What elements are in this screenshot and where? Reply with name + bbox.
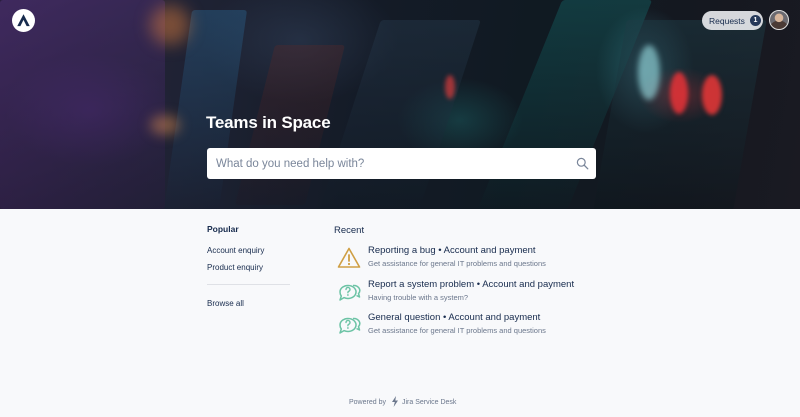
hero-bg-light [150,115,180,135]
search-input[interactable] [207,148,568,179]
recent-item-subtitle: Get assistance for general IT problems a… [368,326,546,335]
hero-bg-light [670,72,688,114]
recent-item-general-question[interactable]: General question • Account and payment G… [337,312,637,338]
search-bar [207,148,596,179]
atlassian-logo-icon[interactable] [12,9,35,32]
recent-item-title: General question • Account and payment [368,312,541,323]
recent-heading: Recent [334,225,365,236]
page-title: Teams in Space [206,113,331,132]
recent-item-title: Report a system problem • Account and pa… [368,279,575,290]
browse-all-link[interactable]: Browse all [207,299,244,308]
recent-item-subtitle: Having trouble with a system? [368,293,469,302]
hero-banner: Requests 1 Teams in Space [0,0,800,209]
hero-bg-light [702,75,722,115]
warning-triangle-icon [337,246,361,270]
hero-bg-light [150,5,190,45]
requests-count-badge: 1 [749,15,761,26]
lightning-bolt-icon [391,396,399,409]
search-icon[interactable] [568,148,596,179]
recent-item-reporting-bug[interactable]: Reporting a bug • Account and payment Ge… [337,245,637,271]
question-bubble-icon [337,313,361,337]
popular-heading: Popular [207,224,239,234]
popular-link-product-enquiry[interactable]: Product enquiry [207,263,263,272]
powered-by-label: Powered by [349,399,386,406]
question-bubble-icon [337,280,361,304]
hero-bg-light [638,45,660,100]
recent-item-subtitle: Get assistance for general IT problems a… [368,259,546,268]
popular-link-account-enquiry[interactable]: Account enquiry [207,246,264,255]
divider [207,284,290,285]
recent-item-system-problem[interactable]: Report a system problem • Account and pa… [337,279,637,305]
jira-service-desk-link[interactable]: Jira Service Desk [402,399,456,406]
recent-item-title: Reporting a bug • Account and payment [368,245,536,256]
footer: Powered by Jira Service Desk [349,396,456,409]
requests-label: Requests [709,15,745,26]
requests-button[interactable]: Requests 1 [702,11,763,30]
hero-bg-light [445,75,455,99]
user-avatar[interactable] [769,10,789,30]
